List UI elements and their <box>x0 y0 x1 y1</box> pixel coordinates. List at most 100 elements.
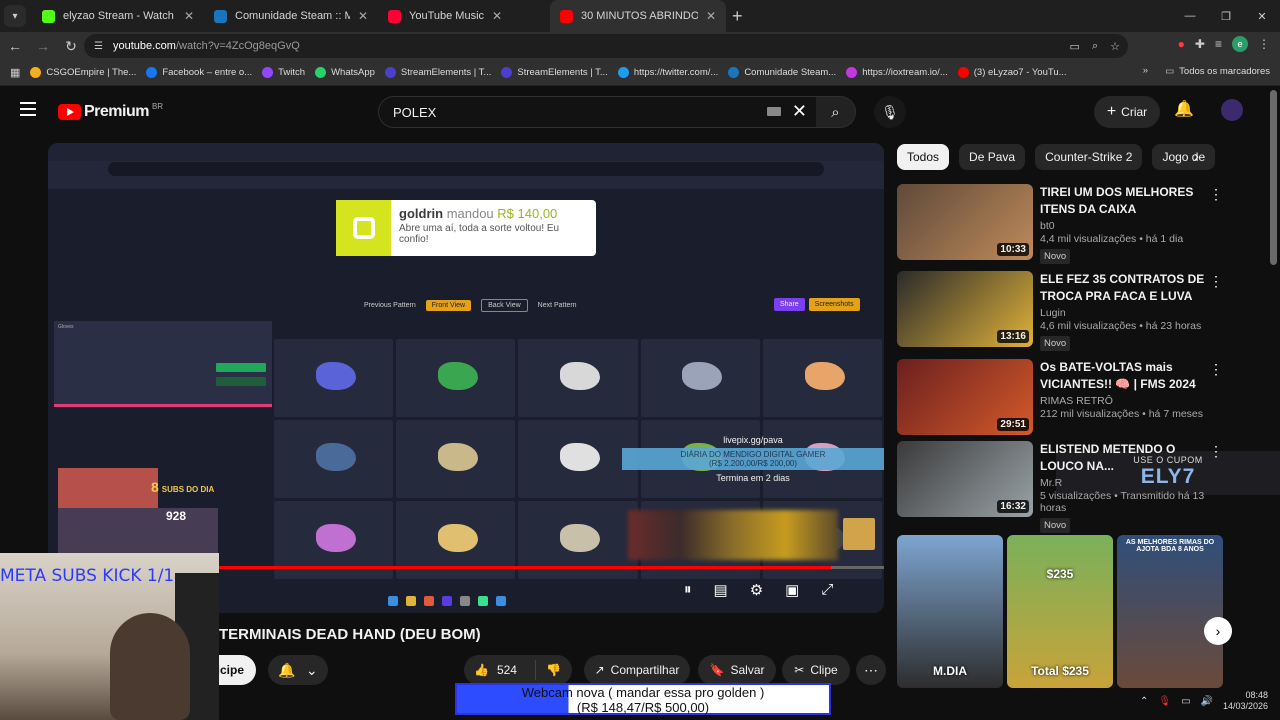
browser-tab[interactable]: Comunidade Steam :: Mauricty ✕ <box>204 0 378 32</box>
fullscreen-icon[interactable]: ⤢ <box>821 581 833 599</box>
minimize-button[interactable]: — <box>1172 0 1208 32</box>
zoom-icon[interactable]: ⌕ <box>1092 40 1098 53</box>
glove-icon <box>560 362 601 391</box>
bookmark-item[interactable]: Facebook – entre o... <box>146 67 252 78</box>
create-button[interactable]: + Criar <box>1094 96 1160 128</box>
media-control-icon[interactable]: ≡ <box>1215 37 1222 51</box>
bookmark-item[interactable]: StreamElements | T... <box>501 67 608 78</box>
network-icon[interactable]: ▭ <box>1181 696 1190 707</box>
short-video[interactable]: M.DIA <box>897 535 1003 688</box>
video-thumbnail[interactable]: 16:32 <box>897 441 1033 517</box>
tray-expand-icon[interactable]: ⌃ <box>1140 696 1148 707</box>
video-thumbnail[interactable]: 13:16 <box>897 271 1033 347</box>
channel-name[interactable]: bt0 <box>1040 220 1210 232</box>
recommended-video[interactable]: 16:32 ELISTEND METENDO O LOUCO NA... Mr.R 5… <box>897 441 1227 533</box>
browser-tab[interactable]: 30 MINUTOS ABRINDO TER ✕ <box>550 0 726 32</box>
filter-chip[interactable]: Todos <box>897 144 950 170</box>
bookmark-item[interactable]: CSGOEmpire | The... <box>30 67 136 78</box>
browser-tab[interactable]: elyzao Stream - Watch Live on K ✕ <box>32 0 204 32</box>
bookmark-item[interactable]: https://twitter.com/... <box>617 67 718 78</box>
all-bookmarks-folder[interactable]: ▭ Todos os marcadores <box>1165 66 1270 77</box>
video-progress-bar[interactable] <box>218 566 884 569</box>
bookmark-item[interactable]: (3) eLyzao7 - YouTu... <box>957 67 1067 78</box>
bookmark-star-icon[interactable]: ☆ <box>1110 40 1120 53</box>
close-window-button[interactable]: ✕ <box>1244 0 1280 32</box>
bookmark-item[interactable]: Comunidade Steam... <box>728 67 836 78</box>
browser-tab[interactable]: YouTube Music ✕ <box>378 0 550 32</box>
share-button[interactable]: ↗ Compartilhar <box>584 655 690 685</box>
channel-name[interactable]: RIMAS RETRÔ <box>1040 395 1210 407</box>
account-avatar[interactable] <box>1221 99 1243 121</box>
miniplayer-icon[interactable]: ▣ <box>785 581 799 599</box>
settings-gear-icon[interactable]: ⚙ <box>750 581 763 599</box>
reload-button[interactable]: ↻ <box>58 33 84 59</box>
channel-name[interactable]: Lugin <box>1040 307 1210 319</box>
back-button[interactable]: ← <box>2 33 28 59</box>
cast-icon[interactable]: ▭ <box>1070 40 1080 53</box>
clock[interactable]: 08:48 14/03/2026 <box>1223 690 1268 712</box>
bookmarks-overflow-button[interactable]: » <box>1143 65 1148 76</box>
tab-search-button[interactable]: ▾ <box>4 5 26 27</box>
notification-bell-button[interactable]: 🔔 ⌄ <box>268 655 328 685</box>
filter-chip[interactable]: Jogo de <box>1152 144 1216 170</box>
forward-button[interactable]: → <box>30 33 56 59</box>
recommended-video[interactable]: 10:33 TIREI UM DOS MELHORES ITENS DA CAIX… <box>897 184 1227 264</box>
short-video[interactable]: AS MELHORES RIMAS DO AJOTA BDA 8 ANOS <box>1117 535 1223 688</box>
short-video[interactable]: $235 Total $235 <box>1007 535 1113 688</box>
url-bar[interactable]: ☰ youtube.com/watch?v=4ZcOg8eqGvQ ▭ ⌕ ☆ <box>84 34 1128 58</box>
more-options-icon[interactable]: ⋮ <box>1209 361 1223 378</box>
clear-search-icon[interactable]: ✕ <box>792 101 807 122</box>
search-button[interactable]: ⌕ <box>816 96 856 128</box>
close-tab-icon[interactable]: ✕ <box>706 9 716 23</box>
mic-tray-icon[interactable]: 🎙 <box>1158 696 1171 707</box>
profile-avatar[interactable]: e <box>1232 36 1248 52</box>
video-thumbnail[interactable]: 29:51 <box>897 359 1033 435</box>
restore-button[interactable]: ❐ <box>1208 0 1244 32</box>
search-input[interactable]: POLEX ✕ <box>378 96 818 128</box>
page-scrollbar[interactable] <box>1270 90 1277 265</box>
more-actions-icon[interactable]: ⋯ <box>856 655 886 685</box>
voice-search-button[interactable]: 🎙 <box>874 96 906 128</box>
clip-button[interactable]: ✂ Clipe <box>782 655 850 685</box>
more-options-icon[interactable]: ⋮ <box>1209 273 1223 290</box>
video-title[interactable]: ELE FEZ 35 CONTRATOS DE TROCA PRA FACA E… <box>1040 271 1210 305</box>
close-tab-icon[interactable]: ✕ <box>358 9 368 23</box>
filter-chip[interactable]: De Pava <box>959 144 1026 170</box>
video-title[interactable]: TIREI UM DOS MELHORES ITENS DA CAIXA <box>1040 184 1210 218</box>
bookmark-item[interactable]: Twitch <box>262 67 305 78</box>
pause-icon[interactable]: ⏸ <box>684 581 692 599</box>
close-tab-icon[interactable]: ✕ <box>184 9 194 23</box>
notifications-bell-icon[interactable]: 🔔 <box>1174 99 1194 119</box>
menu-icon[interactable] <box>20 102 36 116</box>
bookmark-item[interactable]: WhatsApp <box>315 67 375 78</box>
new-tab-button[interactable]: + <box>732 6 743 27</box>
chips-next-icon[interactable]: › <box>1194 148 1199 165</box>
video-thumbnail[interactable]: 10:33 <box>897 184 1033 260</box>
apps-grid-icon[interactable]: ▦ <box>10 66 20 79</box>
shorts-next-icon[interactable]: › <box>1204 617 1232 645</box>
recommended-video[interactable]: 29:51 Os BATE-VOLTAS mais VICIANTES!! 🧠 |… <box>897 359 1227 437</box>
bookmark-item[interactable]: https://ioxtream.io/... <box>846 67 948 78</box>
extension-icon[interactable]: ● <box>1178 37 1185 51</box>
save-button[interactable]: 🔖 Salvar <box>698 655 776 685</box>
dislike-button[interactable]: 👎 <box>536 663 561 677</box>
volume-icon[interactable]: 🔊 <box>1201 696 1213 707</box>
site-info-icon[interactable]: ☰ <box>94 41 103 52</box>
recommended-video[interactable]: 13:16 ELE FEZ 35 CONTRATOS DE TROCA PRA F… <box>897 271 1227 351</box>
youtube-logo[interactable]: Premium BR <box>58 102 163 121</box>
video-player[interactable]: goldrin mandou R$ 140,00 Abre uma aí, to… <box>48 143 884 613</box>
more-options-icon[interactable]: ⋮ <box>1209 443 1223 460</box>
close-tab-icon[interactable]: ✕ <box>492 9 502 23</box>
channel-name[interactable]: Mr.R <box>1040 477 1210 489</box>
like-button[interactable]: 👍 524 <box>464 660 536 680</box>
filter-chip[interactable]: Counter-Strike 2 <box>1035 144 1143 170</box>
window-controls: — ❐ ✕ <box>1172 0 1280 32</box>
keyboard-icon[interactable] <box>767 107 781 116</box>
more-options-icon[interactable]: ⋮ <box>1209 186 1223 203</box>
video-title[interactable]: Os BATE-VOLTAS mais VICIANTES!! 🧠 | FMS … <box>1040 359 1210 393</box>
browser-menu-icon[interactable]: ⋮ <box>1258 37 1270 51</box>
video-title[interactable]: ELISTEND METENDO O LOUCO NA... <box>1040 441 1210 475</box>
bookmark-item[interactable]: StreamElements | T... <box>384 67 491 78</box>
subtitles-icon[interactable]: ▤ <box>714 581 728 599</box>
extensions-puzzle-icon[interactable]: ✚ <box>1195 37 1205 51</box>
